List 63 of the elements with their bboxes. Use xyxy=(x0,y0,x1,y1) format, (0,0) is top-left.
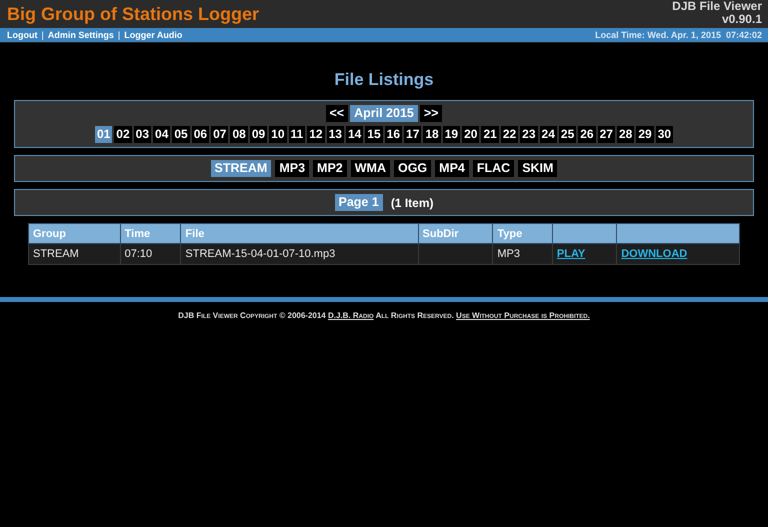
day-link[interactable]: 22 xyxy=(500,126,518,143)
day-link[interactable]: 23 xyxy=(520,126,538,143)
column-header: Type xyxy=(492,224,552,244)
day-link[interactable]: 28 xyxy=(616,126,634,143)
day-link[interactable]: 06 xyxy=(192,126,210,143)
day-link[interactable]: 13 xyxy=(326,126,344,143)
app-name: DJB File Viewer xyxy=(672,0,762,13)
nav-link[interactable]: Admin Settings xyxy=(48,30,114,40)
day-link[interactable]: 12 xyxy=(307,126,325,143)
format-link[interactable]: FLAC xyxy=(472,160,514,177)
format-link[interactable]: MP2 xyxy=(313,160,347,177)
day-link[interactable]: 24 xyxy=(540,126,557,143)
nav-link[interactable]: Logout xyxy=(7,30,38,40)
download-link[interactable]: DOWNLOAD xyxy=(621,248,688,260)
terms-link[interactable]: Use Without Purchase is Prohibited. xyxy=(456,311,590,320)
format-link[interactable]: MP3 xyxy=(275,160,310,177)
column-header: File xyxy=(180,224,418,244)
day-link[interactable]: 25 xyxy=(558,126,576,143)
table-cell: MP3 xyxy=(492,244,552,264)
format-link[interactable]: WMA xyxy=(350,160,390,177)
day-link[interactable]: 21 xyxy=(481,126,499,143)
play-link[interactable]: PLAY xyxy=(556,248,586,260)
day-link[interactable]: 27 xyxy=(598,126,615,143)
day-link[interactable]: 30 xyxy=(656,126,674,143)
day-link[interactable]: 17 xyxy=(404,126,422,143)
day-link[interactable]: 29 xyxy=(636,126,654,143)
column-header: Time xyxy=(120,224,181,244)
day-link[interactable]: 03 xyxy=(134,126,152,143)
day-link[interactable]: 15 xyxy=(365,126,383,143)
format-link[interactable]: MP4 xyxy=(435,160,469,177)
day-link[interactable]: 05 xyxy=(172,126,190,143)
format-link[interactable]: SKIM xyxy=(518,160,558,177)
radio-link[interactable]: D.J.B. Radio xyxy=(328,311,374,320)
day-link[interactable]: 08 xyxy=(230,126,248,143)
day-link[interactable]: 18 xyxy=(423,126,441,143)
day-link[interactable]: 07 xyxy=(211,126,228,143)
format-link[interactable]: OGG xyxy=(394,160,432,177)
local-time: Local Time: Wed. Apr. 1, 2015 07:42:02 xyxy=(595,30,762,40)
day-link[interactable]: 26 xyxy=(578,126,596,143)
previous-month-button[interactable]: << xyxy=(326,105,348,122)
nav-separator: | xyxy=(118,30,120,40)
column-header: Group xyxy=(28,224,120,244)
page-heading: File Listings xyxy=(333,70,435,90)
day-link[interactable]: 11 xyxy=(288,126,306,143)
table-cell: STREAM xyxy=(28,244,120,264)
table-cell: STREAM-15-04-01-07-10.mp3 xyxy=(180,244,418,264)
day-link[interactable]: 14 xyxy=(346,126,364,143)
table-cell: 07:10 xyxy=(120,244,181,264)
nav-separator: | xyxy=(42,30,44,40)
item-count: (1 Item) xyxy=(390,196,434,210)
copyright-notice: DJB File Viewer Copyright © 2006-2014 D.J.B. Radio All Rights Reserved. Use Without Purchase is Prohibited. xyxy=(177,311,591,320)
day-link[interactable]: 19 xyxy=(442,126,460,143)
app-version: v0.90.1 xyxy=(722,13,762,26)
day-link[interactable]: 02 xyxy=(114,126,132,143)
next-month-button[interactable]: >> xyxy=(420,105,442,122)
nav-link[interactable]: Logger Audio xyxy=(124,30,182,40)
day-link[interactable]: 09 xyxy=(250,126,268,143)
day-link[interactable]: 04 xyxy=(153,126,170,143)
column-header: SubDir xyxy=(418,224,493,244)
day-link[interactable]: 10 xyxy=(269,126,287,143)
site-title: Big Group of Stations Logger xyxy=(7,3,259,26)
day-link[interactable]: 20 xyxy=(462,126,480,143)
day-link[interactable]: 16 xyxy=(384,126,402,143)
